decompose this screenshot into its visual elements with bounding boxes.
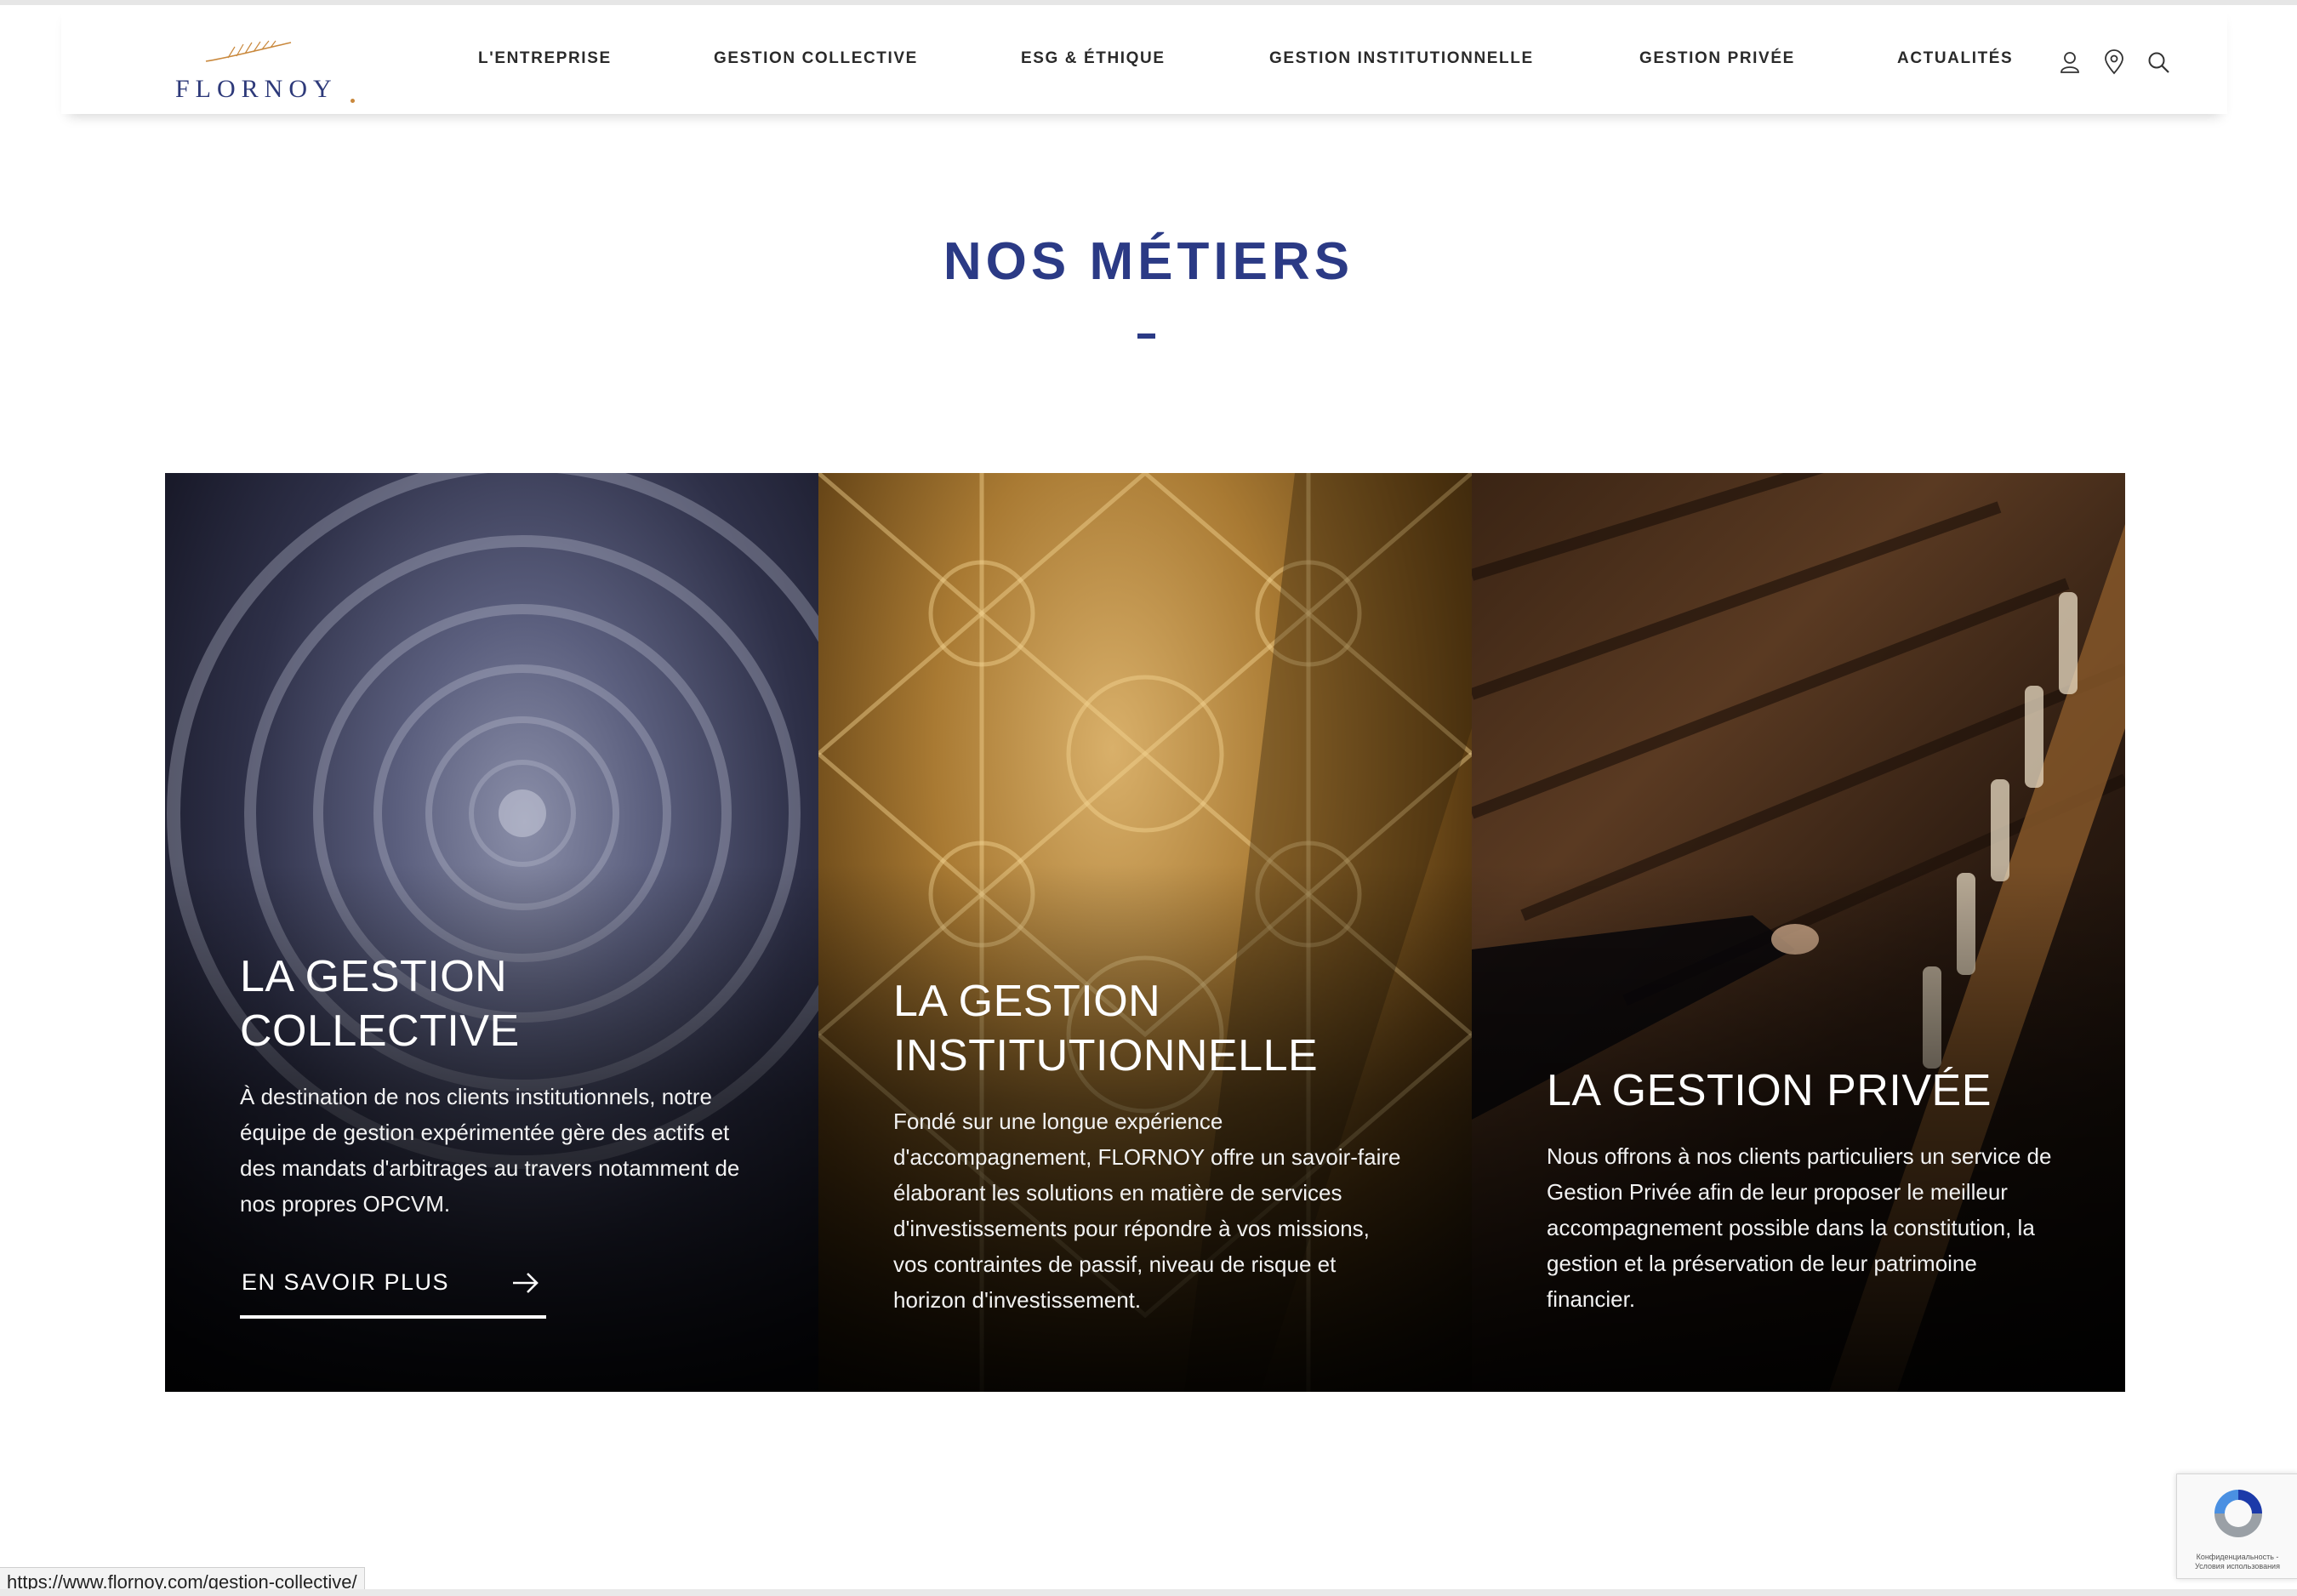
- card-description: Nous offrons à nos clients particuliers …: [1547, 1143, 2052, 1312]
- nav-item-actualites[interactable]: ACTUALITÉS: [1897, 49, 2013, 68]
- arrow-right-icon: [513, 1273, 539, 1293]
- main-nav: L'ENTREPRISE GESTION COLLECTIVE ESG & ÉT…: [61, 5, 2227, 114]
- card-description: À destination de nos clients institution…: [240, 1084, 740, 1217]
- nav-item-gestion-institutionnelle[interactable]: GESTION INSTITUTIONNELLE: [1269, 49, 1534, 68]
- nav-item-gestion-privee[interactable]: GESTION PRIVÉE: [1639, 49, 1795, 68]
- en-savoir-plus-link[interactable]: EN SAVOIR PLUS: [240, 1252, 546, 1319]
- nav-item-esg-ethique[interactable]: ESG & ÉTHIQUE: [1021, 49, 1166, 68]
- search-icon[interactable]: [2146, 49, 2171, 75]
- card-title-line: INSTITUTIONNELLE: [893, 1031, 1319, 1080]
- nav-item-entreprise[interactable]: L'ENTREPRISE: [478, 49, 612, 68]
- en-savoir-plus-label: EN SAVOIR PLUS: [242, 1269, 450, 1295]
- recaptcha-icon: [2214, 1490, 2262, 1537]
- card-title-line: LA GESTION: [240, 952, 508, 1001]
- section-title: NOS MÉTIERS: [943, 232, 1354, 291]
- location-pin-icon[interactable]: [2101, 49, 2127, 75]
- card-title-line: LA GESTION: [893, 977, 1161, 1026]
- card-gestion-collective[interactable]: LA GESTION COLLECTIVE À destination de n…: [165, 473, 818, 1392]
- card-title: LA GESTION PRIVÉE: [1547, 1066, 1992, 1115]
- card-title-line: COLLECTIVE: [240, 1006, 520, 1056]
- browser-bottom-strip: [0, 1589, 2297, 1596]
- site-header: FLORNOY L'ENTREPRISE GESTION COLLECTIVE …: [61, 5, 2227, 114]
- card-gestion-institutionnelle[interactable]: LA GESTION INSTITUTIONNELLE Fondé sur un…: [818, 473, 1472, 1392]
- title-dash-divider: [1137, 333, 1155, 339]
- recaptcha-badge[interactable]: Конфиденциальность - Условия использован…: [2176, 1473, 2297, 1579]
- metiers-cards: LA GESTION COLLECTIVE À destination de n…: [165, 473, 2125, 1392]
- recaptcha-terms-link[interactable]: Условия использования: [2180, 1562, 2294, 1571]
- recaptcha-text[interactable]: Конфиденциальность - Условия использован…: [2180, 1553, 2294, 1571]
- page: FLORNOY L'ENTREPRISE GESTION COLLECTIVE …: [0, 0, 2297, 1596]
- card-description: Fondé sur une longue expérience d'accomp…: [893, 1109, 1401, 1313]
- user-icon[interactable]: [2057, 49, 2083, 75]
- card-title: LA GESTION INSTITUTIONNELLE: [893, 974, 1438, 1083]
- card-gestion-privee[interactable]: LA GESTION PRIVÉE Nous offrons à nos cli…: [1472, 473, 2125, 1392]
- recaptcha-privacy-link[interactable]: Конфиденциальность -: [2180, 1553, 2294, 1562]
- card-title: LA GESTION COLLECTIVE: [240, 949, 784, 1058]
- nav-item-gestion-collective[interactable]: GESTION COLLECTIVE: [714, 49, 918, 68]
